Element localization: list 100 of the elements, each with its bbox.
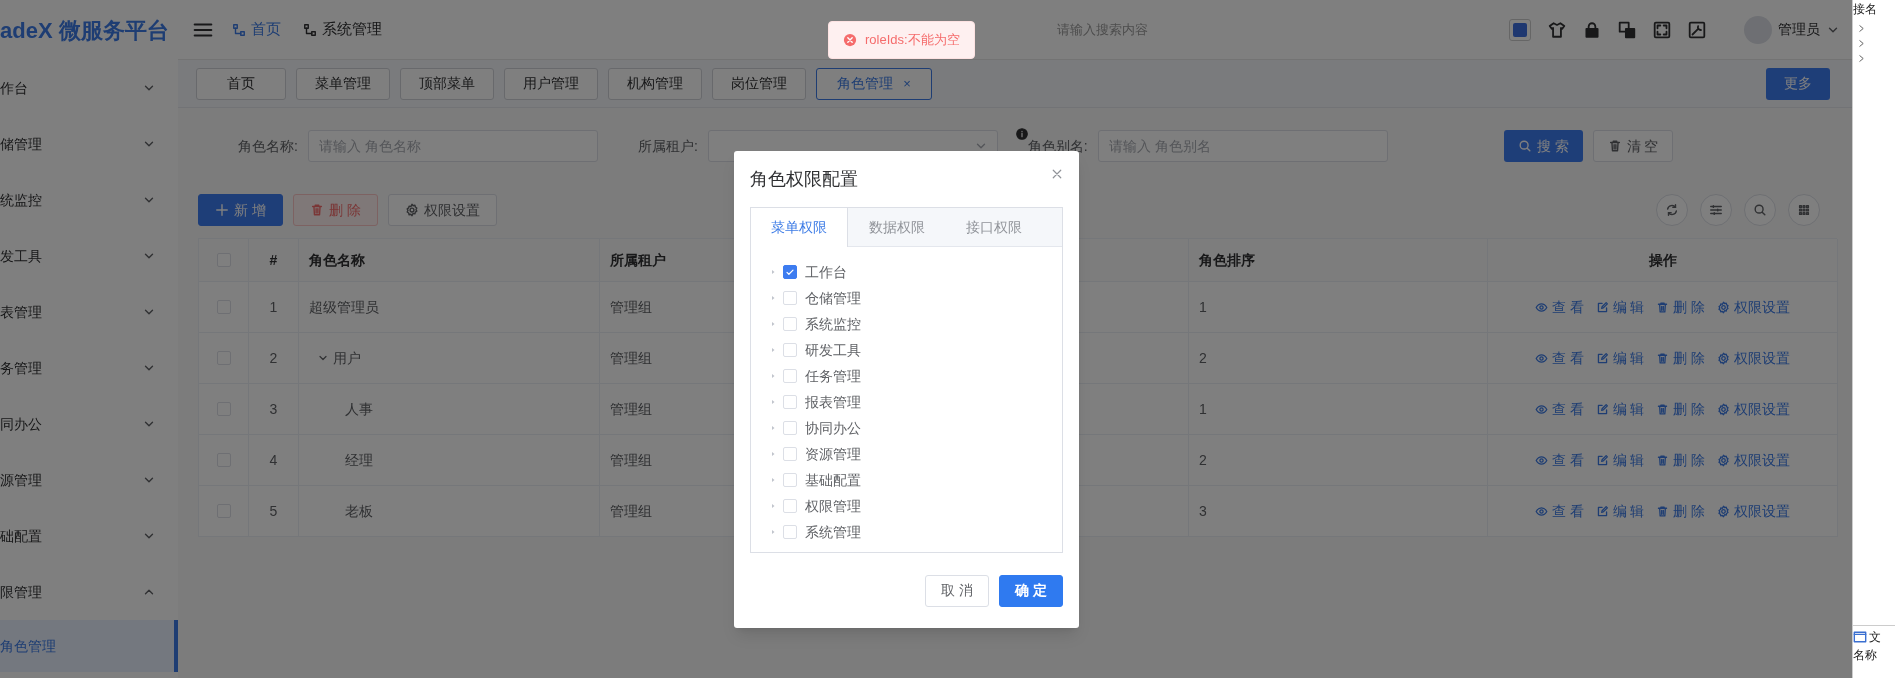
confirm-button[interactable]: 确 定 bbox=[999, 574, 1063, 607]
grid-button[interactable] bbox=[1788, 194, 1820, 226]
tree-node[interactable]: 研发工具 bbox=[769, 337, 1062, 363]
shirt-icon[interactable] bbox=[1548, 20, 1566, 39]
table-cell-text: 管理组 bbox=[610, 501, 652, 521]
view-link[interactable]: 查 看 bbox=[1534, 398, 1584, 420]
view-link[interactable]: 查 看 bbox=[1534, 296, 1584, 318]
tab[interactable]: 菜单管理 bbox=[296, 67, 390, 100]
delete-link[interactable]: 删 除 bbox=[1656, 449, 1706, 471]
dialog-tab[interactable]: 菜单权限 bbox=[751, 208, 848, 247]
sidebar-item[interactable]: 源管理 bbox=[0, 452, 178, 508]
sidebar-item[interactable]: 储管理 bbox=[0, 116, 178, 172]
caret-right-icon[interactable] bbox=[769, 450, 777, 458]
delete-link[interactable]: 删 除 bbox=[1656, 296, 1706, 318]
sidebar-item[interactable]: 作台 bbox=[0, 60, 178, 116]
sidebar-item[interactable]: 务管理 bbox=[0, 340, 178, 396]
tree-node[interactable]: 系统管理 bbox=[769, 519, 1062, 545]
tree-node[interactable]: 仓储管理 bbox=[769, 285, 1062, 311]
table-cell-text: 管理组 bbox=[610, 348, 652, 368]
breadcrumb-link[interactable]: 系统管理 bbox=[303, 18, 382, 41]
tree-node[interactable]: 权限管理 bbox=[769, 493, 1062, 519]
toast-message: roleIds:不能为空 bbox=[865, 31, 960, 50]
delete-link[interactable]: 删 除 bbox=[1656, 398, 1706, 420]
caret-right-icon[interactable] bbox=[769, 294, 777, 302]
tree-node[interactable]: 协同办公 bbox=[769, 415, 1062, 441]
caret-right-icon[interactable] bbox=[769, 502, 777, 510]
tree-node[interactable]: 报表管理 bbox=[769, 389, 1062, 415]
caret-right-icon[interactable] bbox=[769, 268, 777, 276]
caret-right-icon[interactable] bbox=[769, 424, 777, 432]
more-button[interactable]: 更多 bbox=[1766, 67, 1830, 100]
clear-button[interactable]: 清 空 bbox=[1592, 130, 1674, 162]
tree-node[interactable]: 工作台 bbox=[769, 259, 1062, 285]
sliders-button[interactable] bbox=[1700, 194, 1732, 226]
view-link[interactable]: 查 看 bbox=[1534, 500, 1584, 522]
edit-link[interactable]: 编 辑 bbox=[1595, 347, 1645, 369]
user-name[interactable]: 管理员 bbox=[1778, 19, 1820, 40]
caret-right-icon[interactable] bbox=[769, 398, 777, 406]
gear-icon bbox=[1717, 402, 1731, 416]
delete-link[interactable]: 删 除 bbox=[1656, 347, 1706, 369]
permission-settings-link[interactable]: 权限设置 bbox=[1717, 296, 1791, 318]
table-cell-text: 3 bbox=[269, 399, 278, 419]
add-button[interactable]: 新 增 bbox=[198, 194, 283, 226]
search-button[interactable]: 搜 索 bbox=[1503, 130, 1583, 162]
window-text: 接名 bbox=[1853, 1, 1878, 18]
trash-icon bbox=[1656, 300, 1670, 314]
tab[interactable]: 顶部菜单 bbox=[400, 67, 494, 100]
close-tab-button[interactable]: × bbox=[903, 73, 911, 94]
caret-right-icon[interactable] bbox=[769, 476, 777, 484]
sidebar-item[interactable]: 限管理 bbox=[0, 564, 178, 620]
sidebar-item[interactable]: 同办公 bbox=[0, 396, 178, 452]
column-header: # bbox=[269, 250, 278, 270]
tool-icon[interactable] bbox=[1688, 20, 1706, 39]
theme-picker-icon[interactable] bbox=[1509, 18, 1531, 41]
caret-right-icon[interactable] bbox=[769, 320, 777, 328]
permission-settings-link[interactable]: 权限设置 bbox=[1717, 449, 1791, 471]
sidebar-item[interactable]: 发工具 bbox=[0, 228, 178, 284]
caret-right-icon[interactable] bbox=[769, 346, 777, 354]
fullscreen-icon[interactable] bbox=[1653, 20, 1671, 39]
close-icon[interactable] bbox=[1051, 168, 1063, 180]
tree-node[interactable]: 基础配置 bbox=[769, 467, 1062, 493]
dialog-tab[interactable]: 数据权限 bbox=[848, 208, 945, 246]
caret-right-icon[interactable] bbox=[769, 528, 777, 536]
eye-icon bbox=[1534, 453, 1548, 467]
view-link[interactable]: 查 看 bbox=[1534, 449, 1584, 471]
sidebar-subitem[interactable]: 角色管理 bbox=[0, 620, 178, 672]
sidebar-item[interactable]: 统监控 bbox=[0, 172, 178, 228]
tree-node[interactable]: 任务管理 bbox=[769, 363, 1062, 389]
permission-settings-button[interactable]: 权限设置 bbox=[387, 194, 497, 226]
edit-link[interactable]: 编 辑 bbox=[1595, 296, 1645, 318]
delete-button[interactable]: 删 除 bbox=[292, 194, 378, 226]
edit-link[interactable]: 编 辑 bbox=[1595, 398, 1645, 420]
tree-node[interactable]: 系统监控 bbox=[769, 311, 1062, 337]
tab[interactable]: 首页 bbox=[196, 67, 286, 100]
refresh-button[interactable] bbox=[1656, 194, 1688, 226]
edit-icon bbox=[1595, 300, 1609, 314]
tab[interactable]: 角色管理 × bbox=[816, 67, 932, 100]
sidebar-item[interactable]: 表管理 bbox=[0, 284, 178, 340]
cancel-button[interactable]: 取 消 bbox=[925, 574, 989, 607]
column-header: 角色排序 bbox=[1199, 250, 1255, 270]
tab[interactable]: 岗位管理 bbox=[712, 67, 806, 100]
dialog-tab[interactable]: 接口权限 bbox=[945, 208, 1042, 246]
table-cell-text: 经理 bbox=[345, 450, 373, 470]
dialog-title: 角色权限配置 bbox=[750, 167, 858, 191]
permission-settings-link[interactable]: 权限设置 bbox=[1717, 347, 1791, 369]
edit-link[interactable]: 编 辑 bbox=[1595, 500, 1645, 522]
edit-link[interactable]: 编 辑 bbox=[1595, 449, 1645, 471]
permission-settings-link[interactable]: 权限设置 bbox=[1717, 500, 1791, 522]
view-link[interactable]: 查 看 bbox=[1534, 347, 1584, 369]
sidebar-item[interactable]: 础配置 bbox=[0, 508, 178, 564]
permission-settings-link[interactable]: 权限设置 bbox=[1717, 398, 1791, 420]
caret-right-icon[interactable] bbox=[769, 372, 777, 380]
delete-link[interactable]: 删 除 bbox=[1656, 500, 1706, 522]
tab[interactable]: 用户管理 bbox=[504, 67, 598, 100]
tab[interactable]: 机构管理 bbox=[608, 67, 702, 100]
breadcrumb-link[interactable]: 首页 bbox=[232, 18, 281, 41]
lock-icon[interactable] bbox=[1583, 20, 1601, 39]
checkbox[interactable] bbox=[783, 265, 797, 279]
tree-node[interactable]: 资源管理 bbox=[769, 441, 1062, 467]
search-button[interactable] bbox=[1744, 194, 1776, 226]
table-cell-text: 3 bbox=[1199, 501, 1207, 521]
